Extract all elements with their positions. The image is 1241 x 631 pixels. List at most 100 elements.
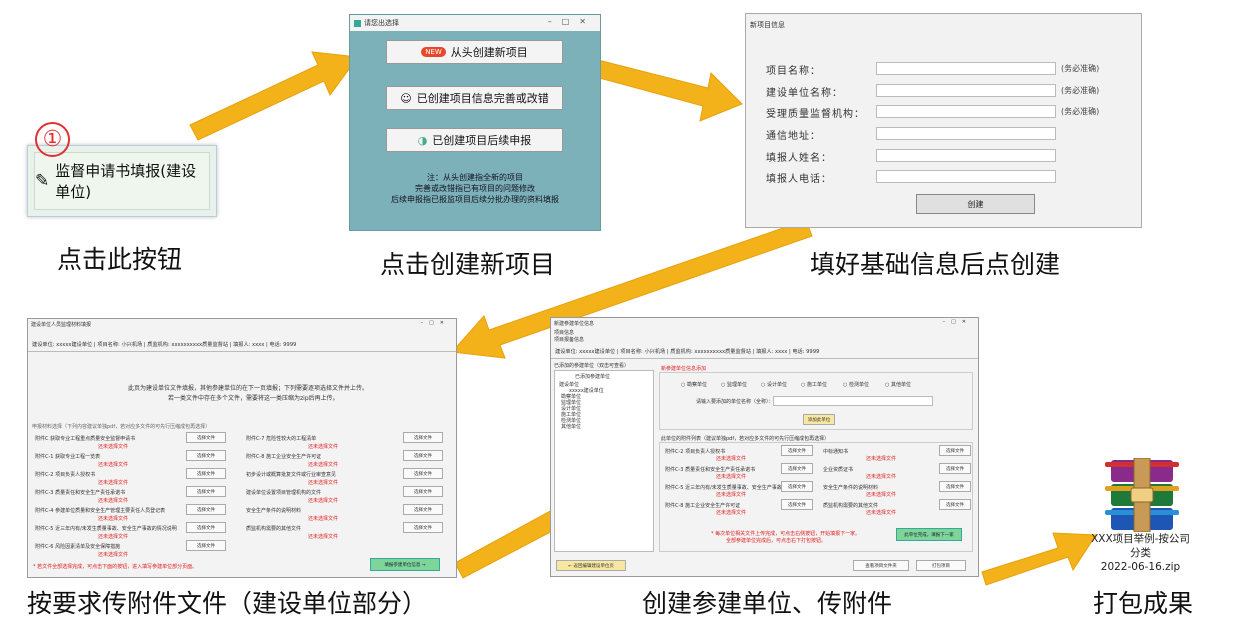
choose-file-button[interactable]: 选择文件 [781,499,813,510]
reporter-phone-input[interactable] [876,170,1056,183]
window-controls-icon[interactable]: –□✕ [548,17,596,26]
choose-file-button[interactable]: 选择文件 [939,445,971,456]
edit-icon: ✎ [35,171,50,191]
unit-done-next-button[interactable]: 此单位完成，填报下一家 [896,528,962,541]
divider [551,358,978,359]
step4-intro-2: 若一类文件中存在多个文件，需要将这一类压缩为zip后再上传。 [168,395,339,402]
tree-header: 已添加的参建单位（双击可查看） [554,363,630,369]
choose-file-button[interactable]: 选择文件 [939,499,971,510]
step5-warning-2: 全部参建单位完成后，可点击右下打包按钮。 [726,538,827,544]
step2-caption: 点击创建新项目 [380,250,556,279]
choose-file-button[interactable]: 选择文件 [403,450,443,461]
choose-file-button[interactable]: 选择文件 [781,481,813,492]
step2-window: 请您出选择 –□✕ NEW 从头创建新项目 ☺ 已创建项目信息完善或改错 ◑ 已… [349,14,601,231]
agency-input[interactable] [876,105,1056,118]
unit-name-input[interactable] [773,396,933,406]
choose-file-button[interactable]: 选择文件 [186,486,226,497]
choose-file-button[interactable]: 选择文件 [186,522,226,533]
not-chosen-status: 还未选择文件 [866,456,897,462]
radio-option[interactable]: ○ 设计单位 [761,381,787,388]
list-item: 初步设计或概算批复文件或行业审查意见 [246,472,337,478]
add-unit-button[interactable]: 添加此单位 [803,414,835,425]
choose-file-button[interactable]: 选择文件 [403,504,443,515]
field-hint-builder: (务必准确) [1061,86,1100,95]
choose-file-button[interactable]: 选择文件 [403,522,443,533]
smile-icon: ☺ [400,91,412,105]
zip-file-label: XXX项目举例-按公司分类 [1091,533,1190,559]
tree-item[interactable]: 其他单位 [561,423,581,430]
step2-note-3: 后续申报指已报监项目后续分批办理的资料填报 [391,195,559,204]
not-chosen-status: 还未选择文件 [716,510,747,516]
step5-warning-1: * 每次单位相关文件上传完成，可点击右侧按钮，开始填报下一家。 [711,531,861,537]
list-item: 安全生产条件的说明材料 [246,508,302,514]
radio-option[interactable]: ○ 施工单位 [801,381,827,388]
next-participants-button[interactable]: 填报参建单位信息 → [370,558,440,571]
choose-file-button[interactable]: 选择文件 [186,450,226,461]
choose-file-button[interactable]: 选择文件 [781,445,813,456]
new-tag: NEW [421,47,446,57]
address-input[interactable] [876,127,1056,140]
step2-titlebar: 请您出选择 –□✕ [350,15,600,31]
choose-file-button[interactable]: 选择文件 [939,481,971,492]
participants-tree[interactable]: 已添加参建单位 建设单位 xxxxx建设单位 勘察单位 监理单位 设计单位 施工… [554,370,654,552]
list-item: 附件C-3 质量责任和安全生产责任承诺书 [665,467,756,473]
unit-name-label: 请输入要添加的单位名称（全称）： [696,399,774,405]
menu-project-info[interactable]: 项目信息 [554,329,574,336]
field-label-address: 通信地址： [766,131,821,142]
not-chosen-status: 还未选择文件 [866,510,897,516]
new-project-header: 新项目信息 [750,21,785,29]
list-item: 附件C-3 质量责任和安全生产责任承诺书 [35,490,126,496]
choose-file-button[interactable]: 选择文件 [781,463,813,474]
menu-project-report[interactable]: 项目报备信息 [554,336,584,343]
supervision-application-label: 监督申请书填报(建设单位) [55,162,197,201]
choose-file-button[interactable]: 选择文件 [186,504,226,515]
choose-file-button[interactable]: 选择文件 [403,486,443,497]
step4-info-bar: 建设单位: xxxxx建设单位 | 项目名称: 小兴机场 | 质监机构: xxx… [32,342,297,348]
radio-option[interactable]: ○ 检测单位 [843,381,869,388]
window-controls-icon[interactable]: –□✕ [421,320,450,326]
list-item: 企业资质证书 [823,467,854,473]
not-chosen-status: 还未选择文件 [98,444,129,450]
choose-file-button[interactable]: 选择文件 [403,432,443,443]
pack-project-button[interactable]: 打包项目 [916,560,966,571]
followup-report-label: 已创建项目后续申报 [432,134,532,147]
zip-archive-icon [1105,458,1179,532]
back-to-builder-button[interactable]: ← 返回编辑建设单位页 [556,560,626,571]
create-button[interactable]: 创建 [916,194,1035,214]
radio-option[interactable]: ○ 其他单位 [885,381,911,388]
radio-option[interactable]: ○ 监理单位 [721,381,747,388]
not-chosen-status: 还未选择文件 [98,534,129,540]
list-item: 附件C-1 获取专业工程一览表 [35,454,101,460]
supervision-application-button[interactable]: ✎ 监督申请书填报(建设单位) [34,152,210,210]
zip-file-name: XXX项目举例-按公司分类 2022-06-16.zip [1088,532,1193,574]
list-item: 安全生产条件的说明材料 [823,485,879,491]
not-chosen-status: 还未选择文件 [716,492,747,498]
choose-file-button[interactable]: 选择文件 [403,468,443,479]
list-item: 附件C 获取专业工程重点质量安全监督申请书 [35,436,136,442]
not-chosen-status: 还未选择文件 [308,516,339,522]
reporter-name-input[interactable] [876,149,1056,162]
create-new-project-button[interactable]: NEW 从头创建新项目 [386,40,563,64]
project-name-input[interactable] [876,62,1056,75]
builder-name-input[interactable] [876,84,1056,97]
view-folder-button[interactable]: 查看项目文件夹 [853,560,909,571]
choose-file-button[interactable]: 选择文件 [186,540,226,551]
choose-file-button[interactable]: 选择文件 [186,468,226,479]
radio-option[interactable]: ○ 勘察单位 [681,381,707,388]
field-label-phone: 填报人电话： [766,174,832,185]
not-chosen-status: 还未选择文件 [866,492,897,498]
choose-file-button[interactable]: 选择文件 [186,432,226,443]
step4-section-title: 申报材料选择（下列内容建议单独pdf，若对应多文件的可先行压缩成包再选择） [32,424,211,430]
edit-project-button[interactable]: ☺ 已创建项目信息完善或改错 [386,86,563,110]
zip-file-date: 2022-06-16.zip [1100,561,1181,573]
add-section-title: 新参建单位信息添加 [661,366,707,372]
followup-report-button[interactable]: ◑ 已创建项目后续申报 [386,128,563,152]
window-controls-icon[interactable]: –□✕ [943,319,972,325]
not-chosen-status: 还未选择文件 [308,444,339,450]
step5-caption: 创建参建单位、传附件 [642,589,893,618]
list-item: 附件C-8 施工企业安全生产许可证 [665,503,741,509]
not-chosen-status: 还未选择文件 [308,498,339,504]
tree-item[interactable]: 已添加参建单位 [575,373,610,380]
choose-file-button[interactable]: 选择文件 [939,463,971,474]
step3-window: 新项目信息 项目名称： (务必准确) 建设单位名称： (务必准确) 受理质量监督… [745,13,1142,228]
